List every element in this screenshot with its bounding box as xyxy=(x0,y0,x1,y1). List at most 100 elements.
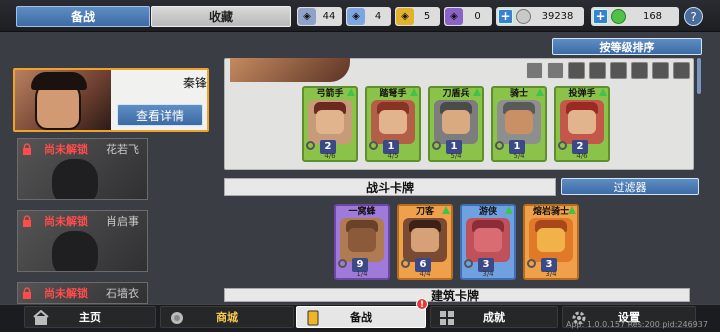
unit-type-filter-icon[interactable] xyxy=(547,62,564,79)
locked-label: 尚未解锁 xyxy=(44,143,88,156)
nav-prepare-label: 备战 xyxy=(350,311,372,324)
unit-card[interactable]: 骑士 1 5/4 xyxy=(491,86,547,162)
shield-icon: ◈ xyxy=(298,8,316,25)
card-icon xyxy=(307,310,319,326)
gems-value: 168 xyxy=(642,11,663,22)
nav-prepare[interactable]: 备战 xyxy=(296,306,426,328)
add-coins-button[interactable]: + xyxy=(498,9,513,24)
scrollbar[interactable] xyxy=(697,58,701,94)
lock-icon xyxy=(23,215,31,227)
locked-hero-card[interactable]: 尚未解锁 肖启事 xyxy=(17,210,148,272)
notification-badge: ! xyxy=(416,298,428,310)
card-progress: 4/6 xyxy=(576,152,588,160)
card-progress: 4/4 xyxy=(419,270,431,278)
locked-hero-card[interactable]: 尚未解锁 花若飞 xyxy=(17,138,148,200)
hero-banner-art xyxy=(230,58,350,82)
hero-name: 秦锋 xyxy=(182,76,207,90)
card-progress: 5/4 xyxy=(450,152,462,160)
coin-icon xyxy=(516,9,531,24)
gem-icon xyxy=(611,9,626,24)
locked-hero-silhouette xyxy=(52,231,98,271)
card-progress: 4/6 xyxy=(324,152,336,160)
card-name: 一窝蜂 xyxy=(348,207,376,217)
sort-by-level-button[interactable]: 按等级排序 xyxy=(552,38,702,55)
hero-card-selected[interactable]: 秦锋 查看详情 xyxy=(13,68,209,132)
lock-icon xyxy=(23,143,31,155)
gear-icon xyxy=(495,141,504,150)
battle-card[interactable]: 刀客 6 4/4 xyxy=(397,204,453,280)
card-art xyxy=(403,218,447,262)
locked-hero-name: 石墙衣 xyxy=(106,287,139,300)
unit-type-filter-icon[interactable] xyxy=(526,62,543,79)
gems-counter: + 168 xyxy=(591,7,679,26)
nav-shop-label: 商城 xyxy=(216,311,238,324)
gear-icon xyxy=(338,259,347,268)
gear-icon xyxy=(558,141,567,150)
resource-silver-shield: ◈ 44 xyxy=(297,7,342,26)
shield-icon: ◈ xyxy=(396,8,414,25)
unit-type-filter-icon[interactable] xyxy=(568,62,585,79)
home-icon xyxy=(33,310,49,325)
card-art xyxy=(466,218,510,262)
battle-card[interactable]: 熔岩骑士 3 3/4 xyxy=(523,204,579,280)
gear-icon xyxy=(464,259,473,268)
nav-home[interactable]: 主页 xyxy=(24,306,156,328)
nav-achievements[interactable]: 成就 xyxy=(430,306,558,328)
coins-counter: + 39238 xyxy=(496,7,584,26)
unit-type-filter-icon[interactable] xyxy=(589,62,606,79)
gear-icon xyxy=(432,141,441,150)
unit-type-filter-icon[interactable] xyxy=(673,62,690,79)
gear-icon xyxy=(401,259,410,268)
card-art xyxy=(560,100,604,144)
nav-home-label: 主页 xyxy=(79,311,101,324)
locked-label: 尚未解锁 xyxy=(44,287,88,300)
filter-button[interactable]: 过滤器 xyxy=(561,178,699,195)
card-art xyxy=(340,218,384,262)
resource-value: 4 xyxy=(374,11,382,22)
unit-card[interactable]: 刀盾兵 1 5/4 xyxy=(428,86,484,162)
resource-value: 5 xyxy=(423,11,431,22)
resource-purple-shield: ◈ 0 xyxy=(444,7,492,26)
battle-card[interactable]: 一窝蜂 9 1/4 xyxy=(334,204,390,280)
battle-cards-header: 战斗卡牌 xyxy=(224,178,556,196)
card-art xyxy=(497,100,541,144)
add-gems-button[interactable]: + xyxy=(593,9,608,24)
locked-hero-card[interactable]: 尚未解锁 石墙衣 xyxy=(17,282,148,304)
unit-card[interactable]: 踏弩手 1 4/5 xyxy=(365,86,421,162)
unit-type-filter-icon[interactable] xyxy=(631,62,648,79)
lock-icon xyxy=(23,287,31,299)
card-art xyxy=(371,100,415,144)
card-progress: 1/4 xyxy=(356,270,368,278)
unit-type-filter-icon[interactable] xyxy=(610,62,627,79)
coins-value: 39238 xyxy=(541,11,574,22)
gear-icon xyxy=(306,141,315,150)
tab-prepare[interactable]: 备战 xyxy=(16,6,150,27)
card-art xyxy=(434,100,478,144)
shield-icon: ◈ xyxy=(347,8,365,25)
unit-type-filter-icon[interactable] xyxy=(652,62,669,79)
grid-icon xyxy=(440,311,454,325)
upgrade-arrow-icon xyxy=(599,88,607,96)
help-button[interactable]: ? xyxy=(684,7,703,26)
building-cards-header: 建筑卡牌 xyxy=(224,288,690,303)
view-details-button[interactable]: 查看详情 xyxy=(117,104,203,126)
nav-achievements-label: 成就 xyxy=(483,311,505,324)
tab-collection[interactable]: 收藏 xyxy=(151,6,291,27)
upgrade-arrow-icon xyxy=(442,206,450,214)
card-progress: 4/5 xyxy=(387,152,399,160)
battle-card[interactable]: 游侠 3 3/4 xyxy=(460,204,516,280)
gear-icon xyxy=(527,259,536,268)
unit-card[interactable]: 投弹手 2 4/6 xyxy=(554,86,610,162)
unit-card[interactable]: 弓箭手 2 4/6 xyxy=(302,86,358,162)
locked-hero-name: 花若飞 xyxy=(106,143,139,156)
upgrade-arrow-icon xyxy=(536,88,544,96)
card-progress: 5/4 xyxy=(513,152,525,160)
nav-shop[interactable]: 商城 xyxy=(160,306,294,328)
card-progress: 3/4 xyxy=(545,270,557,278)
resource-gold-shield: ◈ 5 xyxy=(395,7,440,26)
locked-label: 尚未解锁 xyxy=(44,215,88,228)
card-art xyxy=(529,218,573,262)
upgrade-arrow-icon xyxy=(568,206,576,214)
hero-hair xyxy=(31,72,87,90)
hero-portrait xyxy=(15,70,111,130)
